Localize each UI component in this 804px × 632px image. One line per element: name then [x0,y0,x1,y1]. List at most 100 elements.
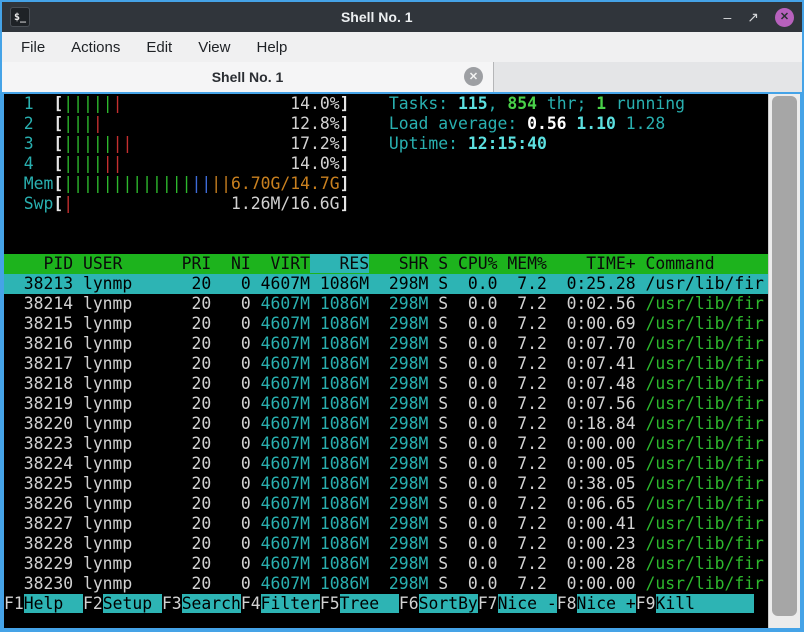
column-header-mem[interactable]: MEM% [497,254,546,273]
cell-res: 1086M [309,554,370,573]
column-header-virt[interactable]: VIRT [251,254,309,273]
cell-res: 1086M [309,394,370,413]
process-row-38226[interactable]: 38226 lynmp 20 0 4607M 1086M 298M S 0.0 … [4,494,768,514]
cell-s: S [428,554,449,573]
info-text: , [487,94,508,113]
menu-item-view[interactable]: View [185,35,243,60]
fkey-f3-search[interactable]: F3Search [162,594,241,613]
menu-item-help[interactable]: Help [243,35,300,60]
close-button[interactable]: ✕ [775,7,794,27]
column-header-time[interactable]: TIME+ [547,254,635,273]
column-header-ni[interactable]: NI [211,254,251,273]
cell-user: lynmp [73,394,172,413]
column-header-shr[interactable]: SHR [369,254,429,273]
process-row-38227[interactable]: 38227 lynmp 20 0 4607M 1086M 298M S 0.0 … [4,514,768,534]
process-row-38230[interactable]: 38230 lynmp 20 0 4607M 1086M 298M S 0.0 … [4,574,768,594]
meter-bracket: [ [53,94,64,113]
terminal-window: $_ Shell No. 1 – ↗ ✕ File Actions Edit View… [0,0,804,632]
cell-cpu: 0.0 [448,354,498,373]
fkey-number: F5 [319,594,340,613]
column-header-pri[interactable]: PRI [172,254,212,273]
tab-shell-no-1[interactable]: Shell No. 1 ✕ [2,62,494,92]
cell-pid: 38230 [4,574,74,593]
menu-item-actions[interactable]: Actions [58,35,133,60]
process-row-38217[interactable]: 38217 lynmp 20 0 4607M 1086M 298M S 0.0 … [4,354,768,374]
process-row-38218[interactable]: 38218 lynmp 20 0 4607M 1086M 298M S 0.0 … [4,374,768,394]
cell-mem: 7.2 [497,494,547,513]
process-row-38225[interactable]: 38225 lynmp 20 0 4607M 1086M 298M S 0.0 … [4,474,768,494]
process-row-38229[interactable]: 38229 lynmp 20 0 4607M 1086M 298M S 0.0 … [4,554,768,574]
fkey-f4-filter[interactable]: F4Filter [241,594,320,613]
column-header-pid[interactable]: PID [4,254,73,273]
fkey-f8-nice+[interactable]: F8Nice + [557,594,636,613]
tab-close-icon[interactable]: ✕ [464,67,483,86]
cell-virt: 4607M [250,474,310,493]
cell-ni: 0 [211,294,251,313]
cell-pri: 20 [171,494,212,513]
htop-terminal[interactable]: 1 [|||||| 14.0%] Tasks: 115, 854 thr; 1 … [4,94,768,628]
menu-item-edit[interactable]: Edit [133,35,185,60]
process-row-38213[interactable]: 38213 lynmp 20 0 4607M 1086M 298M S 0.0 … [4,274,768,294]
process-row-38215[interactable]: 38215 lynmp 20 0 4607M 1086M 298M S 0.0 … [4,314,768,334]
column-header-res[interactable]: RES [309,254,370,273]
menu-item-file[interactable]: File [8,35,58,60]
column-header-s[interactable]: S [428,254,448,273]
cell-pri: 20 [171,434,212,453]
table-header-row[interactable]: PID USER PRI NI VIRT RES SHR S CPU% MEM%… [4,254,768,274]
text [4,154,24,173]
meter-bar-orange: || [211,174,232,193]
cell-pri: 20 [171,294,212,313]
cell-user: lynmp [73,334,172,353]
cell-mem: 7.2 [497,414,547,433]
fkey-f9-kill[interactable]: F9Kill [636,594,755,613]
fkey-f1-help[interactable]: F1Help [4,594,83,613]
menu-bar: File Actions Edit View Help [2,32,802,62]
process-row-38220[interactable]: 38220 lynmp 20 0 4607M 1086M 298M S 0.0 … [4,414,768,434]
column-header-command[interactable]: Command [636,254,715,273]
scrollbar-thumb[interactable] [772,96,797,616]
cell-ni: 0 [211,454,251,473]
process-row-38224[interactable]: 38224 lynmp 20 0 4607M 1086M 298M S 0.0 … [4,454,768,474]
column-header-user[interactable]: USER [73,254,172,273]
meter-label-1: 1 [23,94,54,113]
process-row-38223[interactable]: 38223 lynmp 20 0 4607M 1086M 298M S 0.0 … [4,434,768,454]
cell-cpu: 0.0 [448,534,498,553]
meter-label-3: 3 [23,134,54,153]
cell-ni: 0 [211,354,251,373]
process-row-38216[interactable]: 38216 lynmp 20 0 4607M 1086M 298M S 0.0 … [4,334,768,354]
cell-virt: 4607M [250,334,310,353]
minimize-button[interactable]: – [723,7,731,27]
fkey-f7-nice-[interactable]: F7Nice - [478,594,557,613]
info-text: 115 [458,94,488,113]
cell-res: 1086M [309,574,370,593]
meter-bracket: ] [339,114,350,133]
meter-bar-red: || [102,154,123,173]
cell-time: 0:00.05 [546,454,636,473]
cell-cpu: 0.0 [448,374,498,393]
column-header-cpu[interactable]: CPU% [448,254,497,273]
cell-user: lynmp [73,534,172,553]
cell-pri: 20 [171,334,212,353]
process-row-38214[interactable]: 38214 lynmp 20 0 4607M 1086M 298M S 0.0 … [4,294,768,314]
process-row-38219[interactable]: 38219 lynmp 20 0 4607M 1086M 298M S 0.0 … [4,394,768,414]
cell-ni: 0 [211,394,251,413]
fkey-f5-tree[interactable]: F5Tree [320,594,399,613]
cell-pid: 38227 [4,514,74,533]
cell-time: 0:25.28 [546,274,636,293]
terminal-icon: $_ [10,7,30,27]
cell-shr: 298M [369,334,429,353]
meter-line-4: 4 [|||||| 14.0%] [4,154,768,174]
maximize-button[interactable]: ↗ [747,7,759,27]
meter-line-swp: Swp[| 1.26M/16.6G] [4,194,768,214]
cell-res: 1086M [309,274,370,293]
fkey-f6-sortby[interactable]: F6SortBy [399,594,478,613]
cell-shr: 298M [369,534,429,553]
scrollbar[interactable] [768,94,800,628]
process-row-38228[interactable]: 38228 lynmp 20 0 4607M 1086M 298M S 0.0 … [4,534,768,554]
cell-res: 1086M [309,514,370,533]
cell-s: S [428,334,449,353]
cell-virt: 4607M [250,434,310,453]
cell-shr: 298M [369,514,429,533]
cell-s: S [428,354,449,373]
fkey-f2-setup[interactable]: F2Setup [83,594,162,613]
